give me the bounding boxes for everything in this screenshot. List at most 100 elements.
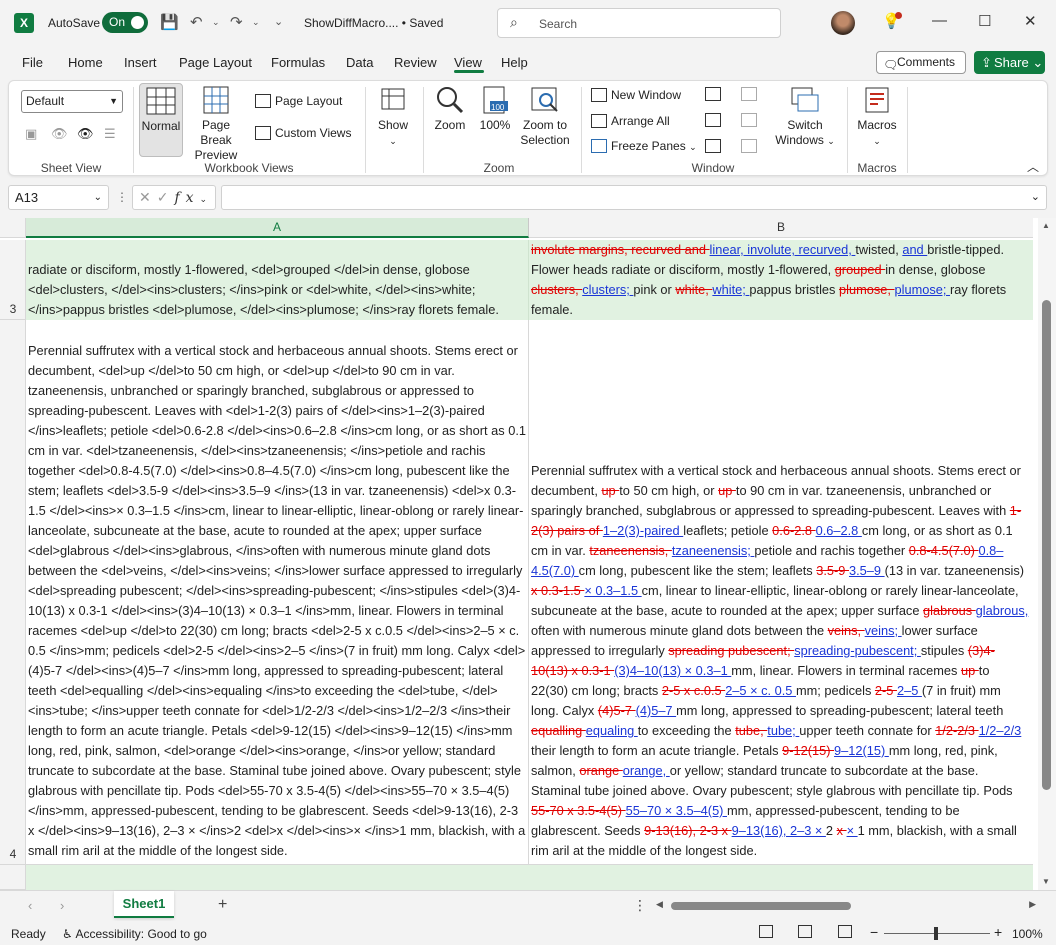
zoom-to-selection-button[interactable]: Zoom to Selection [519,86,571,148]
new-view-icon[interactable]: 👁 [77,126,94,142]
hide-icon[interactable] [705,113,721,127]
zoom-100-button[interactable]: 100 100% [477,86,513,133]
zoom-in-icon[interactable]: + [994,924,1002,940]
comments-button[interactable]: 🗨 Comments [876,51,966,74]
keep-view-icon[interactable]: ▣ [25,126,37,142]
cell-a3[interactable]: radiate or disciform, mostly 1-flowered,… [26,240,529,320]
search-box[interactable]: ⌕ Search [497,8,781,38]
switch-windows-button[interactable]: Switch Windows ⌄ [771,86,839,149]
exit-view-icon[interactable]: 👁 [51,126,68,142]
row-5-cells[interactable] [26,865,1033,890]
page-layout-button[interactable]: Page Layout [255,94,342,108]
more-options-icon[interactable]: ⋮ [633,897,647,914]
active-tab-indicator [454,70,484,73]
custom-views-button[interactable]: Custom Views [255,126,351,140]
accessibility-label: Accessibility: Good to go [75,927,207,941]
close-icon[interactable]: ✕ [1024,12,1037,30]
synchronous-scrolling-icon[interactable] [741,113,757,127]
scrollbar-thumb[interactable] [1042,300,1051,790]
avatar[interactable] [831,11,855,35]
tab-review[interactable]: Review [394,55,437,70]
tab-data[interactable]: Data [346,55,373,70]
cancel-icon[interactable]: ✕ [139,189,157,205]
zoom-button[interactable]: Zoom [431,86,469,133]
column-header-a[interactable]: A [26,218,529,238]
freeze-panes-button[interactable]: Freeze Panes ⌄ [591,139,697,153]
cell-b4[interactable]: Perennial suffrutex with a vertical stoc… [529,320,1033,865]
name-box[interactable]: A13 ⌄ [8,185,109,210]
minimize-icon[interactable]: — [932,12,947,29]
search-placeholder: Search [539,17,578,31]
undo-icon[interactable]: ↶ [190,13,203,31]
group-divider [133,87,134,173]
page-break-preview-button[interactable]: Page Break Preview [185,86,247,163]
formula-bar: A13 ⌄ ⋮ ✕✓fx⌄ ⌄ [0,182,1056,214]
maximize-icon[interactable]: ☐ [978,12,991,30]
more-options-icon[interactable]: ⋮ [116,190,128,204]
redo-icon[interactable]: ↷ [230,13,243,31]
row-number: 3 [9,302,17,316]
add-sheet-icon[interactable]: + [218,896,227,914]
enter-icon[interactable]: ✓ [157,189,175,205]
status-bar: Ready ♿ Accessibility: Good to go − + 10… [0,921,1056,945]
unhide-icon[interactable] [705,139,721,153]
sheet-tab-sheet1[interactable]: Sheet1 [114,891,174,918]
vertical-scrollbar[interactable]: ▲ ▼ [1038,218,1056,890]
autosave-toggle[interactable]: On [102,12,148,33]
tab-file[interactable]: File [22,55,43,70]
share-button[interactable]: ⇪ Share ⌄ [974,51,1045,74]
row-header-5[interactable] [0,865,26,890]
select-all-corner[interactable] [0,218,26,238]
prev-sheet-icon[interactable]: ‹ [28,898,32,913]
tab-page-layout[interactable]: Page Layout [179,55,252,70]
cell-b3[interactable]: involute margins, recurved and linear, i… [529,240,1033,320]
arrange-all-button[interactable]: Arrange All [591,114,670,128]
chevron-down-icon[interactable]: ⌄ [200,194,214,204]
macros-icon [865,87,889,113]
normal-view-icon[interactable] [759,925,773,938]
scroll-down-icon[interactable]: ▼ [1042,877,1050,886]
sheet-view-select[interactable]: Default ▼ [21,90,123,113]
save-icon[interactable]: 💾 [160,13,179,31]
zoom-slider[interactable] [884,927,990,940]
tab-formulas[interactable]: Formulas [271,55,325,70]
tab-help[interactable]: Help [501,55,528,70]
undo-dropdown-icon[interactable]: ⌄ [212,17,220,28]
scroll-left-icon[interactable]: ◀ [656,899,663,910]
view-side-by-side-icon[interactable] [741,87,757,101]
tab-view[interactable]: View [454,55,482,70]
row-header-3[interactable]: 3 [0,240,26,320]
zoom-slider-knob[interactable] [934,927,938,940]
reset-window-position-icon[interactable] [741,139,757,153]
page-break-view-icon[interactable] [838,925,852,938]
redo-dropdown-icon[interactable]: ⌄ [252,17,260,28]
new-window-button[interactable]: New Window [591,88,681,102]
document-title[interactable]: ShowDiffMacro.... • Saved [304,16,443,30]
accessibility-status[interactable]: ♿ Accessibility: Good to go [62,927,207,941]
normal-view-button[interactable]: Normal [139,83,183,157]
collapse-ribbon-icon[interactable]: ︿ [1027,158,1039,175]
page-layout-view-icon[interactable] [798,925,812,938]
row-header-4[interactable]: 4 [0,320,26,865]
zoom-level[interactable]: 100% [1012,927,1043,941]
options-list-icon[interactable]: ☰ [104,126,116,142]
tab-insert[interactable]: Insert [124,55,157,70]
show-button[interactable]: Show ⌄ [373,86,413,149]
macros-button[interactable]: Macros ⌄ [853,86,901,149]
insert-function-icon[interactable]: fx [174,190,199,206]
toggle-knob-icon [131,16,144,29]
expand-formula-icon[interactable]: ⌄ [1031,190,1040,203]
next-sheet-icon[interactable]: › [60,898,64,913]
scroll-up-icon[interactable]: ▲ [1042,221,1050,230]
cell-a4[interactable]: Perennial suffrutex with a vertical stoc… [26,320,529,865]
zoom-out-icon[interactable]: − [870,924,878,940]
horizontal-scrollbar[interactable]: ◀ ▶ [656,899,1036,912]
column-header-b[interactable]: B [529,218,1033,238]
scroll-right-icon[interactable]: ▶ [1029,899,1036,910]
customize-toolbar-icon[interactable]: ⌄ [274,15,283,28]
tab-home[interactable]: Home [68,55,103,70]
formula-input[interactable]: ⌄ [221,185,1047,210]
scrollbar-thumb[interactable] [671,902,851,910]
group-divider [907,87,908,173]
split-icon[interactable] [705,87,721,101]
